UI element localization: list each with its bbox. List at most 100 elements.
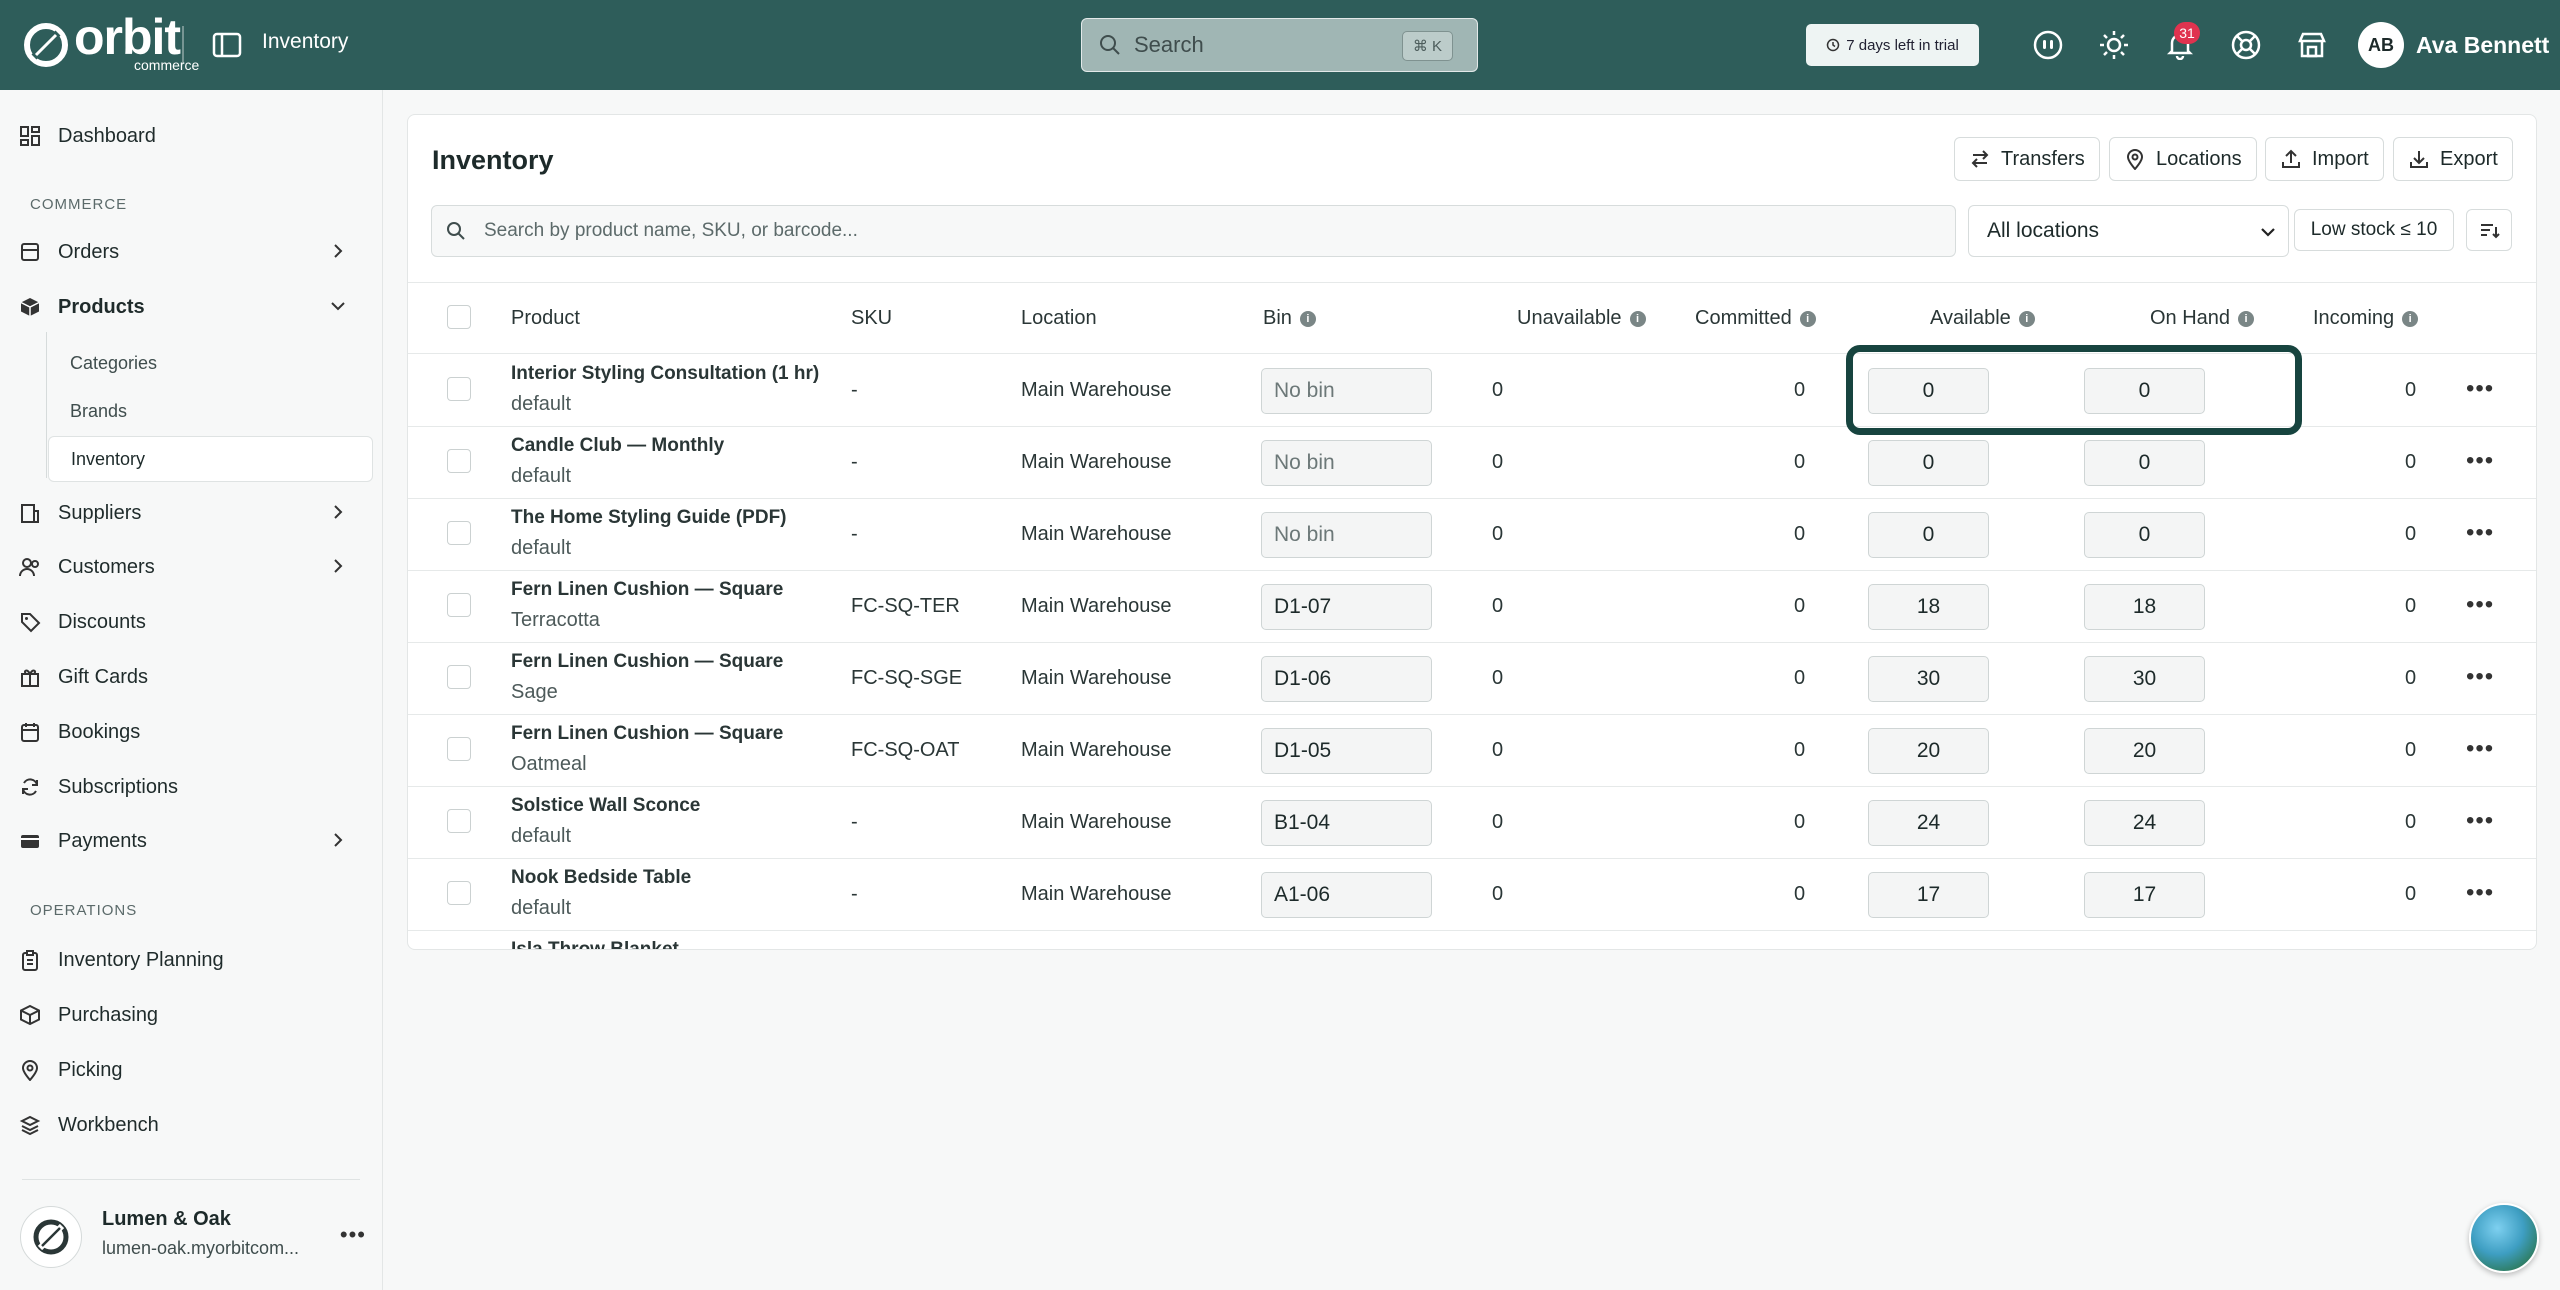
info-icon[interactable]: i (1629, 310, 1646, 327)
bin-input[interactable]: D1-07 (1261, 584, 1432, 630)
sidebar-item-picking[interactable]: Picking (18, 1050, 363, 1090)
table-row[interactable]: Nook Bedside Table default - Main Warehouse… (408, 859, 2536, 931)
on-hand-input[interactable]: 0 (2084, 512, 2205, 558)
transfers-button[interactable]: Transfers (1954, 137, 2100, 181)
sidebar-item-suppliers[interactable]: Suppliers (18, 493, 363, 533)
product-name[interactable]: Nook Bedside Table (511, 867, 691, 889)
table-row[interactable]: Solstice Wall Sconce default - Main Warehou… (408, 787, 2536, 859)
available-input[interactable]: 18 (1868, 584, 1989, 630)
user-name[interactable]: Ava Bennett (2416, 32, 2549, 59)
theme-sun-icon[interactable] (2094, 25, 2134, 65)
brand-logo[interactable]: orbit commerce (22, 12, 199, 72)
on-hand-input[interactable]: 17 (2084, 872, 2205, 918)
sidebar-subitem-brands[interactable]: Brands (48, 388, 373, 434)
on-hand-input[interactable]: 0 (2084, 368, 2205, 414)
product-name[interactable]: Fern Linen Cushion — Square (511, 723, 783, 745)
location-select[interactable]: All locations (1968, 205, 2289, 257)
column-header-unavailable[interactable]: Unavailable i (1517, 307, 1646, 330)
sidebar-item-purchasing[interactable]: Purchasing (18, 995, 363, 1035)
row-checkbox[interactable] (447, 449, 471, 473)
on-hand-input[interactable]: 0 (2084, 440, 2205, 486)
available-input[interactable]: 17 (1868, 872, 1989, 918)
on-hand-input[interactable]: 24 (2084, 800, 2205, 846)
trial-badge[interactable]: 7 days left in trial (1806, 24, 1979, 66)
sidebar-item-workbench[interactable]: Workbench (18, 1105, 363, 1145)
available-input[interactable]: 24 (1868, 800, 1989, 846)
column-header-committed[interactable]: Committed i (1695, 307, 1816, 330)
row-actions-icon[interactable]: ••• (2466, 519, 2494, 547)
row-actions-icon[interactable]: ••• (2466, 591, 2494, 619)
available-input[interactable]: 0 (1868, 512, 1989, 558)
info-icon[interactable]: i (1299, 310, 1316, 327)
row-actions-icon[interactable]: ••• (2466, 447, 2494, 475)
bin-input[interactable]: No bin (1261, 368, 1432, 414)
bin-input[interactable]: D1-05 (1261, 728, 1432, 774)
sidebar-item-orders[interactable]: Orders (18, 232, 363, 272)
row-actions-icon[interactable]: ••• (2466, 375, 2494, 403)
row-actions-icon[interactable]: ••• (2466, 879, 2494, 907)
product-name[interactable]: Solstice Wall Sconce (511, 795, 700, 817)
column-header-incoming[interactable]: Incoming i (2313, 307, 2419, 330)
info-icon[interactable]: i (2402, 310, 2419, 327)
column-header-sku[interactable]: SKU (851, 307, 892, 330)
row-checkbox[interactable] (447, 881, 471, 905)
locations-button[interactable]: Locations (2109, 137, 2257, 181)
product-search-input[interactable]: Search by product name, SKU, or barcode.… (431, 205, 1956, 257)
product-name[interactable]: Fern Linen Cushion — Square (511, 651, 783, 673)
sidebar-item-products[interactable]: Products (18, 287, 363, 327)
row-checkbox[interactable] (447, 521, 471, 545)
table-row[interactable]: Isla Throw Blanket (408, 931, 2536, 949)
sidebar-item-subscriptions[interactable]: Subscriptions (18, 767, 363, 807)
bin-input[interactable]: D1-06 (1261, 656, 1432, 702)
row-checkbox[interactable] (447, 809, 471, 833)
info-icon[interactable]: i (2018, 310, 2035, 327)
bin-input[interactable]: A1-06 (1261, 872, 1432, 918)
low-stock-filter[interactable]: Low stock ≤ 10 (2294, 209, 2454, 251)
product-name[interactable]: Interior Styling Consultation (1 hr) (511, 363, 819, 385)
sidebar-item-bookings[interactable]: Bookings (18, 712, 363, 752)
storefront-icon[interactable] (2292, 25, 2332, 65)
table-row[interactable]: Interior Styling Consultation (1 hr) defa… (408, 355, 2536, 427)
on-hand-input[interactable]: 30 (2084, 656, 2205, 702)
sidebar-subitem-inventory[interactable]: Inventory (48, 436, 373, 482)
product-name[interactable]: The Home Styling Guide (PDF) (511, 507, 787, 529)
product-name[interactable]: Isla Throw Blanket (511, 939, 679, 949)
sidebar-item-payments[interactable]: Payments (18, 821, 363, 861)
column-header-location[interactable]: Location (1021, 307, 1097, 330)
column-header-on-hand[interactable]: On Hand i (2150, 307, 2255, 330)
user-avatar[interactable]: AB (2358, 22, 2404, 68)
row-actions-icon[interactable]: ••• (2466, 735, 2494, 763)
table-row[interactable]: Fern Linen Cushion — Square Terracotta FC-… (408, 571, 2536, 643)
row-checkbox[interactable] (447, 377, 471, 401)
import-button[interactable]: Import (2265, 137, 2384, 181)
global-search[interactable]: Search ⌘ K (1081, 18, 1478, 72)
product-name[interactable]: Candle Club — Monthly (511, 435, 724, 457)
on-hand-input[interactable]: 20 (2084, 728, 2205, 774)
help-lifebuoy-icon[interactable] (2226, 25, 2266, 65)
on-hand-input[interactable]: 18 (2084, 584, 2205, 630)
more-horizontal-icon[interactable]: ••• (340, 1222, 366, 1248)
select-all-checkbox[interactable] (447, 305, 471, 329)
sidebar-item-discounts[interactable]: Discounts (18, 602, 363, 642)
product-name[interactable]: Fern Linen Cushion — Square (511, 579, 783, 601)
table-row[interactable]: The Home Styling Guide (PDF) default - Main… (408, 499, 2536, 571)
sidebar-item-gift-cards[interactable]: Gift Cards (18, 657, 363, 697)
available-input[interactable]: 20 (1868, 728, 1989, 774)
table-row[interactable]: Fern Linen Cushion — Square Sage FC-SQ-SGE… (408, 643, 2536, 715)
column-header-bin[interactable]: Bin i (1263, 307, 1316, 330)
info-icon[interactable]: i (1799, 310, 1816, 327)
bin-input[interactable]: B1-04 (1261, 800, 1432, 846)
available-input[interactable]: 0 (1868, 440, 1989, 486)
row-checkbox[interactable] (447, 665, 471, 689)
sidebar-subitem-categories[interactable]: Categories (48, 340, 373, 386)
row-actions-icon[interactable]: ••• (2466, 663, 2494, 691)
available-input[interactable]: 30 (1868, 656, 1989, 702)
table-row[interactable]: Candle Club — Monthly default - Main Wareho… (408, 427, 2536, 499)
row-checkbox[interactable] (447, 593, 471, 617)
bin-input[interactable]: No bin (1261, 440, 1432, 486)
bin-input[interactable]: No bin (1261, 512, 1432, 558)
sort-button[interactable] (2466, 209, 2512, 251)
sidebar-item-dashboard[interactable]: Dashboard (18, 116, 363, 156)
sidebar-item-customers[interactable]: Customers (18, 547, 363, 587)
row-checkbox[interactable] (447, 737, 471, 761)
